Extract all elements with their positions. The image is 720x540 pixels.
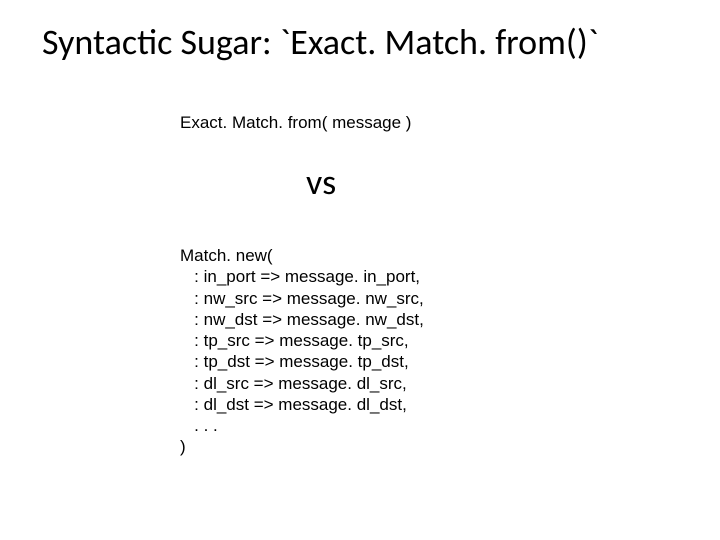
code-long-form: Match. new( : in_port => message. in_por… <box>180 245 424 458</box>
vs-label: vs <box>306 160 336 204</box>
code-short-form: Exact. Match. from( message ) <box>180 113 411 133</box>
slide: Syntactic Sugar: `Exact. Match. from()` … <box>0 0 720 540</box>
slide-title: Syntactic Sugar: `Exact. Match. from()` <box>42 20 598 64</box>
